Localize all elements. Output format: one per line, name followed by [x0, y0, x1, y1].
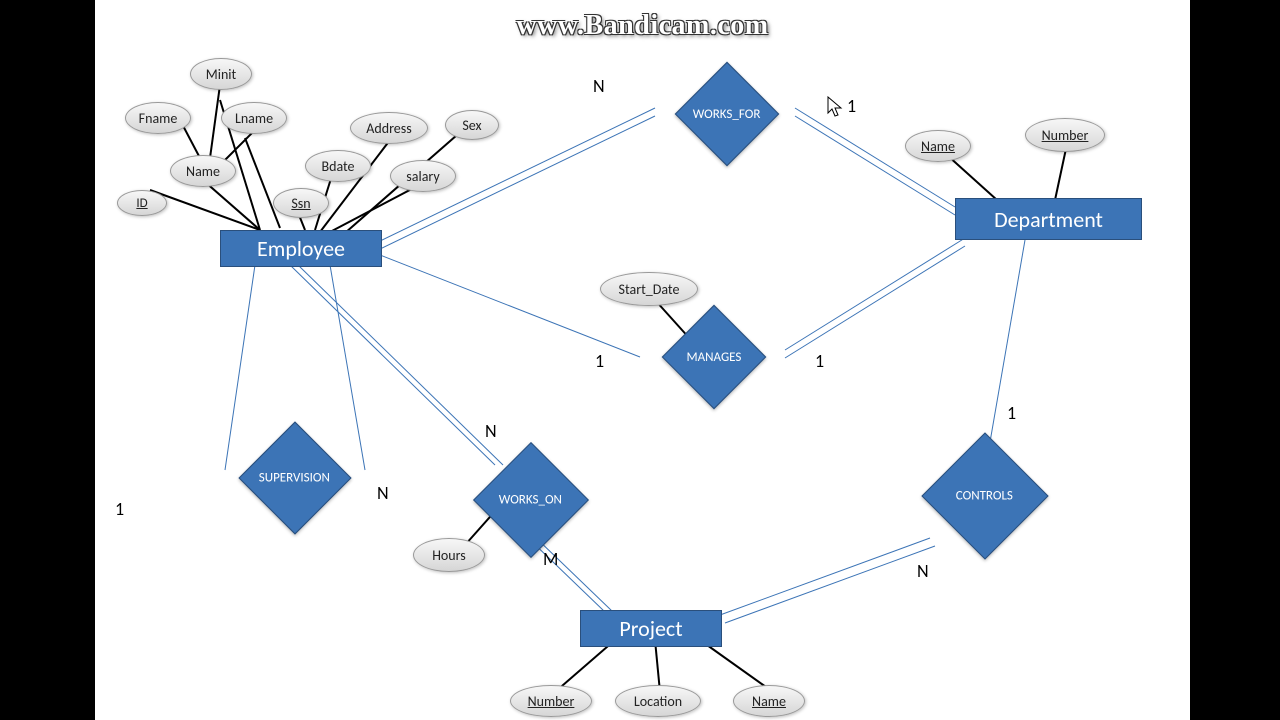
rel-works-for-label: WORKS_FOR: [693, 107, 761, 122]
attr-id[interactable]: ID: [117, 190, 167, 216]
card-ctrl-1: 1: [1007, 402, 1016, 424]
card-mg-1a: 1: [595, 350, 604, 372]
rel-controls-label: CONTROLS: [956, 488, 1013, 503]
attr-location[interactable]: Location: [615, 685, 701, 717]
card-wo-m: M: [543, 548, 558, 570]
attr-bdate[interactable]: Bdate: [305, 150, 371, 182]
card-wo-n: N: [485, 420, 497, 442]
attr-dept-name[interactable]: Name: [905, 130, 971, 162]
attr-lname[interactable]: Lname: [221, 102, 287, 134]
attr-fname[interactable]: Fname: [125, 102, 191, 134]
rel-works-on-label: WORKS_ON: [499, 493, 562, 508]
entity-department[interactable]: Department: [955, 198, 1142, 240]
attr-salary[interactable]: salary: [390, 160, 456, 192]
entity-department-label: Department: [994, 206, 1103, 233]
card-sup-1: 1: [115, 498, 124, 520]
attr-dept-number[interactable]: Number: [1025, 118, 1105, 152]
attr-hours[interactable]: Hours: [413, 538, 485, 572]
card-ctrl-n: N: [917, 560, 929, 582]
attr-ssn[interactable]: Ssn: [273, 188, 329, 218]
attr-start-date[interactable]: Start_Date: [600, 272, 698, 306]
entity-project[interactable]: Project: [580, 610, 722, 647]
entity-employee[interactable]: Employee: [220, 230, 382, 267]
attr-proj-number[interactable]: Number: [510, 685, 592, 717]
attr-proj-name[interactable]: Name: [733, 685, 805, 717]
attr-name-emp[interactable]: Name: [170, 155, 236, 187]
diagram-canvas: www.Bandicam.com: [95, 0, 1190, 720]
rel-manages-label: MANAGES: [687, 349, 742, 364]
attr-sex[interactable]: Sex: [445, 110, 499, 140]
card-sup-n: N: [377, 482, 389, 504]
attr-minit[interactable]: Minit: [190, 58, 252, 90]
entity-project-label: Project: [619, 615, 682, 642]
card-wf-n: N: [593, 75, 605, 97]
attr-address[interactable]: Address: [350, 112, 428, 144]
card-wf-1: 1: [847, 95, 856, 117]
rel-supervision-label: SUPERVISION: [259, 470, 330, 485]
entity-employee-label: Employee: [257, 235, 345, 262]
card-mg-1b: 1: [815, 350, 824, 372]
